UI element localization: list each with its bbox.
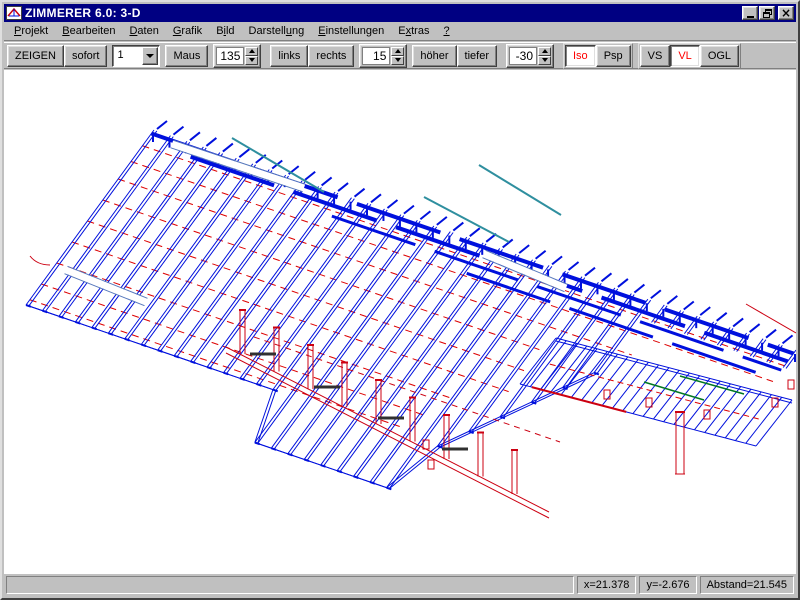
status-bar: x=21.378 y=-2.676 Abstand=21.545: [4, 574, 796, 596]
hoeher-button[interactable]: höher: [412, 45, 456, 67]
elevation-value[interactable]: 15: [362, 47, 390, 65]
tilt-spinner: -30: [506, 44, 554, 68]
menu-item-daten[interactable]: Daten: [122, 23, 165, 39]
combobox-value: 1: [113, 46, 141, 66]
menu-item-einstellungen[interactable]: Einstellungen: [311, 23, 391, 39]
tilt-spin-up-button[interactable]: [538, 47, 551, 56]
roof-wireframe: [4, 70, 796, 574]
title-bar[interactable]: ZIMMERER 6.0: 3-D ×: [4, 4, 796, 22]
projection-group: Iso Psp: [563, 43, 633, 69]
menu-item-bearbeiten[interactable]: Bearbeiten: [55, 23, 122, 39]
psp-toggle-button[interactable]: Psp: [596, 45, 631, 67]
elevation-spinner: 15: [359, 44, 407, 68]
chevron-down-icon: [146, 54, 154, 58]
vl-toggle-button[interactable]: VL: [670, 45, 699, 67]
rechts-button[interactable]: rechts: [308, 45, 354, 67]
app-icon: [6, 6, 22, 20]
elevation-spin-up-button[interactable]: [391, 47, 404, 56]
vs-toggle-button[interactable]: VS: [640, 45, 671, 67]
render-mode-group: VS VL OGL: [638, 43, 741, 69]
menu-item-extras[interactable]: Extras: [391, 23, 436, 39]
status-y-coordinate: y=-2.676: [639, 576, 696, 594]
maus-button[interactable]: Maus: [165, 45, 208, 67]
links-button[interactable]: links: [270, 45, 308, 67]
menu-item-darstellung[interactable]: Darstellung: [242, 23, 312, 39]
spin-down-icon: [542, 58, 548, 62]
menu-item-grafik[interactable]: Grafik: [166, 23, 209, 39]
zeigen-button[interactable]: ZEIGEN: [7, 45, 64, 67]
spin-up-icon: [395, 49, 401, 53]
drawing-canvas[interactable]: [4, 70, 796, 574]
status-message-panel: [6, 576, 574, 594]
rotation-spin-down-button[interactable]: [245, 56, 258, 65]
tilt-value[interactable]: -30: [509, 47, 537, 65]
tilt-spin-down-button[interactable]: [538, 56, 551, 65]
menu-bar: ProjektBearbeitenDatenGrafikBildDarstell…: [4, 22, 796, 41]
rotation-value[interactable]: 135: [216, 47, 244, 65]
spin-down-icon: [249, 58, 255, 62]
restore-icon: [763, 9, 772, 18]
spin-up-icon: [542, 49, 548, 53]
ogl-toggle-button[interactable]: OGL: [700, 45, 739, 67]
spin-up-icon: [249, 49, 255, 53]
menu-item-bild[interactable]: Bild: [209, 23, 241, 39]
rotation-spin-up-button[interactable]: [245, 47, 258, 56]
toolbar: ZEIGEN sofort 1 Maus 135 links rechts 15: [4, 42, 796, 69]
rotation-spinner: 135: [213, 44, 261, 68]
elevation-spin-down-button[interactable]: [391, 56, 404, 65]
combobox-dropdown-button[interactable]: [142, 47, 158, 65]
app-window: ZIMMERER 6.0: 3-D × ProjektBearbeitenDat…: [0, 0, 800, 600]
menu-item-help[interactable]: ?: [436, 23, 456, 39]
status-abstand: Abstand=21.545: [700, 576, 794, 594]
status-x-coordinate: x=21.378: [577, 576, 637, 594]
menu-item-projekt[interactable]: Projekt: [7, 23, 55, 39]
view-number-combobox[interactable]: 1: [112, 45, 160, 67]
close-button[interactable]: ×: [778, 6, 794, 20]
minimize-icon: [747, 16, 754, 18]
minimize-button[interactable]: [742, 6, 758, 20]
spin-down-icon: [395, 58, 401, 62]
iso-toggle-button[interactable]: Iso: [565, 45, 596, 67]
close-icon: ×: [781, 8, 791, 18]
sofort-button[interactable]: sofort: [64, 45, 108, 67]
restore-button[interactable]: [759, 6, 775, 20]
window-title: ZIMMERER 6.0: 3-D: [25, 4, 741, 22]
tiefer-button[interactable]: tiefer: [457, 45, 497, 67]
